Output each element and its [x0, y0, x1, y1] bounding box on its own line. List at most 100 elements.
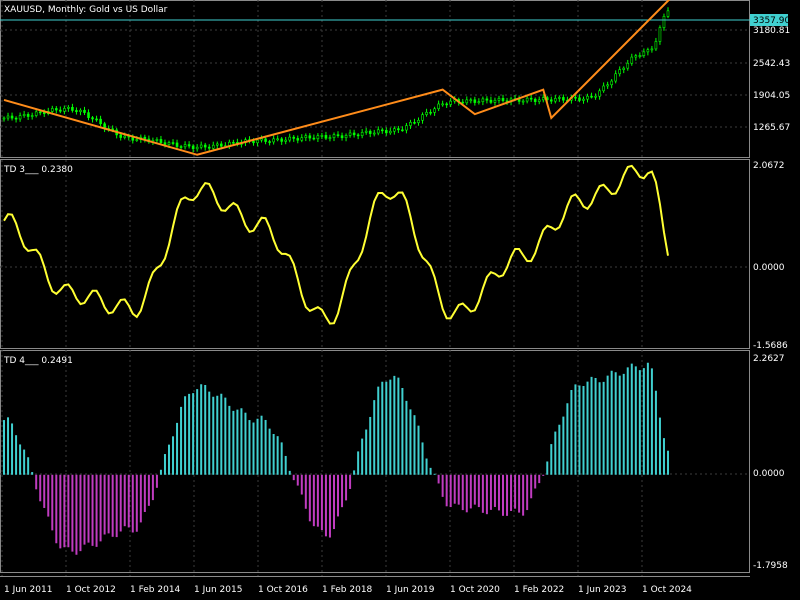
- candle-body: [473, 99, 477, 103]
- candle-body: [481, 98, 485, 103]
- candle-body: [6, 115, 10, 119]
- candle-body: [389, 130, 392, 134]
- td4-title: TD 4___ 0.2491: [3, 356, 73, 366]
- candle-body: [658, 27, 662, 42]
- x-tick-label: 1 Jun 2019: [386, 585, 435, 595]
- candle-body: [582, 98, 585, 101]
- candle-body: [493, 99, 497, 103]
- candle-body: [340, 135, 344, 139]
- candle-body: [529, 97, 533, 100]
- candle-body: [602, 85, 605, 92]
- candle-body: [558, 97, 561, 99]
- candle-body: [332, 134, 336, 138]
- candle-body: [666, 10, 670, 17]
- candle-body: [425, 111, 428, 115]
- candle-body: [654, 41, 658, 50]
- x-tick-label: 1 Feb 2022: [514, 585, 564, 595]
- candle-body: [38, 111, 42, 114]
- candle-body: [380, 129, 384, 132]
- td3-line: [3, 164, 669, 325]
- candle-body: [360, 132, 364, 136]
- candle-body: [203, 144, 207, 148]
- candle-body: [606, 84, 609, 87]
- candle-body: [348, 132, 352, 136]
- candle-body: [159, 139, 163, 143]
- candle-body: [18, 115, 22, 120]
- candle-body: [433, 108, 436, 113]
- candle-body: [618, 69, 622, 75]
- candle-body: [437, 103, 440, 110]
- candle-body: [71, 106, 74, 111]
- candle-body: [328, 137, 332, 139]
- candle-body: [501, 98, 505, 102]
- candle-body: [211, 144, 215, 149]
- candle-body: [642, 51, 646, 56]
- candle-body: [445, 103, 448, 106]
- candle-body: [417, 119, 420, 123]
- candle-body: [207, 146, 211, 149]
- price-candles: [2, 7, 670, 153]
- candle-body: [296, 138, 300, 141]
- candle-body: [497, 98, 501, 101]
- candle-body: [22, 114, 26, 116]
- candle-body: [292, 136, 296, 139]
- candle-body: [421, 114, 424, 121]
- candle-body: [199, 144, 203, 148]
- candle-body: [622, 67, 626, 70]
- candle-body: [461, 101, 465, 104]
- candle-body: [634, 55, 638, 58]
- candle-body: [554, 98, 557, 102]
- candle-body: [268, 141, 271, 143]
- candle-body: [489, 99, 493, 103]
- x-axis: 1 Jun 2011 1 Oct 2012 1 Feb 2014 1 Jun 2…: [4, 585, 692, 595]
- x-tick-label: 1 Feb 2018: [322, 585, 373, 595]
- candle-body: [304, 135, 308, 138]
- candle-body: [429, 111, 432, 114]
- candle-body: [465, 99, 469, 104]
- x-tick-label: 1 Jun 2015: [194, 585, 242, 595]
- candle-body: [284, 139, 287, 142]
- candle-body: [324, 135, 328, 139]
- candle-body: [662, 16, 666, 28]
- candle-body: [477, 101, 481, 104]
- candle-body: [590, 95, 593, 98]
- candle-body: [449, 100, 452, 105]
- candle-body: [356, 134, 360, 137]
- candle-body: [312, 137, 316, 140]
- candle-body: [372, 132, 376, 135]
- candle-body: [401, 129, 404, 132]
- candle-body: [30, 115, 34, 117]
- td3-panel-frame: [0, 159, 750, 349]
- candle-body: [578, 97, 581, 101]
- candle-body: [171, 142, 175, 144]
- candle-body: [562, 97, 565, 101]
- candle-body: [316, 135, 320, 140]
- candle-body: [630, 56, 634, 64]
- candle-body: [83, 109, 86, 113]
- candle-body: [26, 114, 30, 117]
- candle-body: [485, 98, 489, 101]
- chart-title: XAUUSD, Monthly: Gold vs US Dollar: [4, 5, 168, 15]
- candle-body: [191, 145, 195, 150]
- candle-body: [95, 118, 98, 121]
- candle-body: [521, 100, 525, 103]
- candle-body: [368, 130, 372, 134]
- candle-body: [264, 138, 267, 142]
- candle-body: [155, 139, 159, 141]
- x-tick-label: 1 Oct 2024: [642, 585, 692, 595]
- candle-body: [256, 139, 259, 144]
- price-y-label: 1265.67: [753, 123, 790, 133]
- td4-histogram: [3, 362, 669, 555]
- candle-body: [63, 108, 66, 112]
- td3-y-label: -1.5686: [753, 341, 788, 351]
- candle-body: [280, 138, 283, 142]
- candle-body: [638, 55, 642, 57]
- candle-body: [364, 130, 368, 133]
- candle-body: [119, 134, 123, 138]
- candle-body: [614, 73, 617, 82]
- candle-body: [195, 146, 199, 150]
- candle-body: [167, 142, 171, 145]
- candle-body: [276, 138, 279, 141]
- candle-body: [232, 141, 235, 144]
- candle-body: [469, 99, 473, 102]
